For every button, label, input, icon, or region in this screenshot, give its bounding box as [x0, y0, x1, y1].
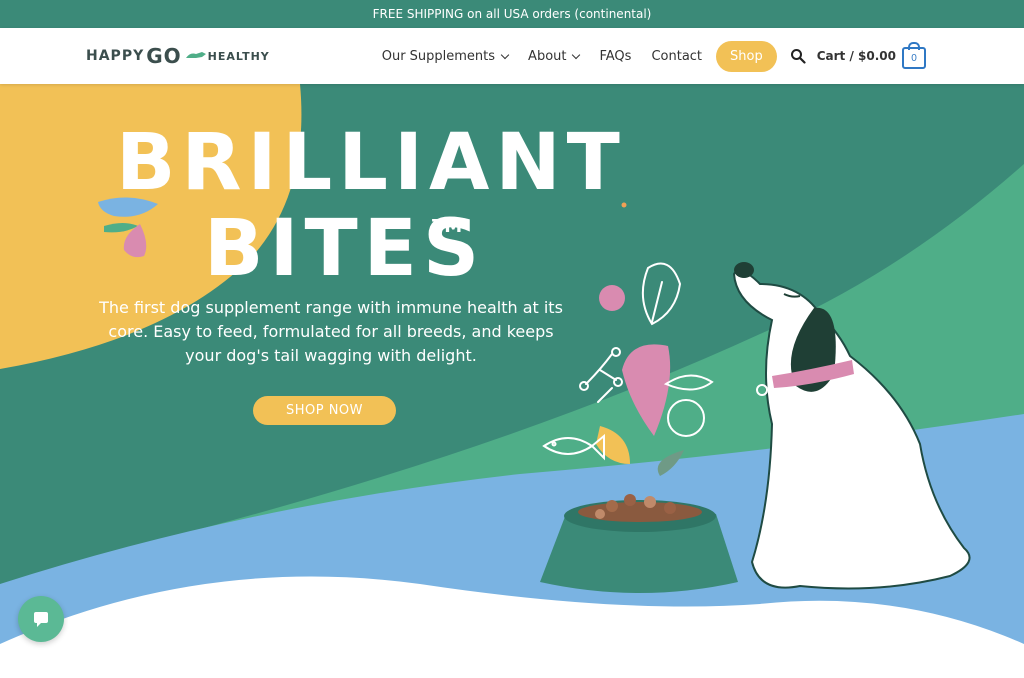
hero-headline-line2: BITES — [204, 204, 486, 294]
site-header: HAPPY GO HEALTHY Our Supplements About F… — [0, 28, 1024, 84]
hero-section: BRILLIANT BITES TM The first dog supplem… — [0, 84, 1024, 678]
shop-now-button[interactable]: SHOP NOW — [253, 396, 396, 425]
logo[interactable]: HAPPY GO HEALTHY — [86, 44, 270, 68]
search-icon[interactable] — [789, 47, 807, 65]
nav-about-label: About — [528, 48, 567, 64]
nav-our-supplements-label: Our Supplements — [381, 48, 496, 64]
hero-headline-line1: BRILLIANT — [116, 118, 626, 208]
nav-about[interactable]: About — [518, 49, 589, 64]
nav-contact-label: Contact — [651, 48, 703, 64]
announcement-bar: FREE SHIPPING on all USA orders (contine… — [0, 0, 1024, 28]
chevron-down-icon — [572, 50, 581, 59]
shop-button[interactable]: Shop — [716, 40, 777, 72]
hero-headline: BRILLIANT BITES — [116, 124, 626, 288]
logo-healthy: HEALTHY — [207, 49, 270, 63]
nav-our-supplements[interactable]: Our Supplements — [372, 49, 518, 64]
nav-faqs-label: FAQs — [599, 48, 632, 64]
hero-subtitle: The first dog supplement range with immu… — [99, 298, 563, 365]
cart-bag-icon: 0 — [902, 42, 926, 69]
nav-faqs[interactable]: FAQs — [589, 49, 641, 64]
cart-count: 0 — [911, 52, 917, 64]
cart-label: Cart / $0.00 — [816, 49, 896, 63]
logo-go: GO — [146, 44, 182, 68]
chat-bubble-icon[interactable] — [18, 596, 64, 642]
announcement-text: FREE SHIPPING on all USA orders (contine… — [372, 7, 652, 21]
trademark-symbol: TM — [432, 216, 463, 237]
nav-contact[interactable]: Contact — [641, 49, 712, 64]
chevron-down-icon — [500, 50, 510, 59]
logo-happy: HAPPY — [86, 48, 145, 64]
main-nav: Our Supplements About FAQs Contact Shop … — [372, 28, 926, 84]
cart-link[interactable]: Cart / $0.00 0 — [816, 42, 926, 69]
logo-dog-icon — [185, 52, 206, 58]
